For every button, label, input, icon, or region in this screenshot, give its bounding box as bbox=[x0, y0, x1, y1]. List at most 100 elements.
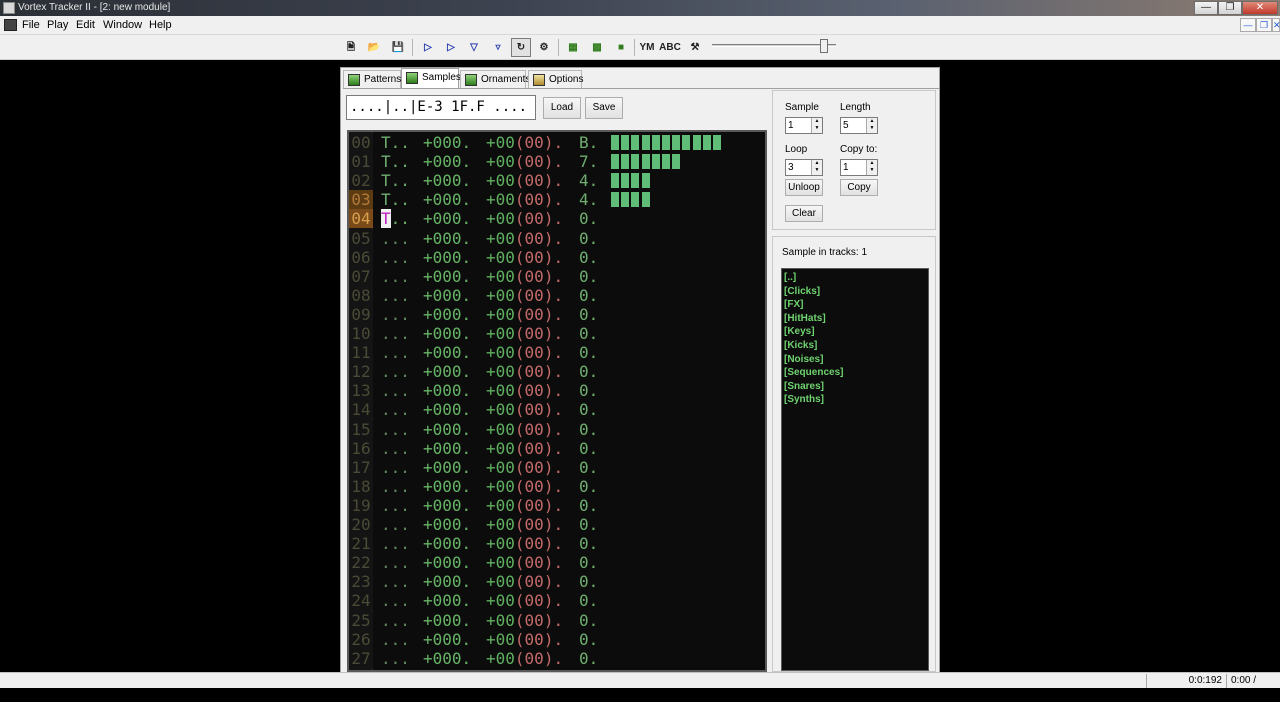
track-folder-item[interactable]: [Snares] bbox=[784, 380, 926, 394]
tools-icon[interactable]: ⚒ bbox=[685, 38, 705, 57]
volume-cell[interactable]: 0. bbox=[579, 400, 598, 419]
sample-row[interactable]: 14... +000. +00(00). 0. bbox=[349, 400, 765, 420]
tone-shift-cell[interactable]: +000. bbox=[423, 171, 471, 190]
envelope-mask-cell[interactable]: ... bbox=[381, 229, 410, 248]
envelope-mask-cell[interactable]: T.. bbox=[381, 171, 410, 190]
volume-cell[interactable]: 4. bbox=[579, 171, 598, 190]
noise-shift-cell[interactable]: +00(00). bbox=[486, 477, 563, 496]
noise-shift-cell[interactable]: +00(00). bbox=[486, 209, 563, 228]
envelope-mask-cell[interactable]: ... bbox=[381, 515, 410, 534]
sample-row[interactable]: 15... +000. +00(00). 0. bbox=[349, 419, 765, 439]
tab-samples[interactable]: Samples bbox=[401, 68, 461, 89]
tab-options[interactable]: Options bbox=[528, 70, 583, 89]
envelope-mask-cell[interactable]: ... bbox=[381, 343, 410, 362]
volume-cell[interactable]: 0. bbox=[579, 343, 598, 362]
track-folder-item[interactable]: [Kicks] bbox=[784, 339, 926, 353]
sample-row[interactable]: 20... +000. +00(00). 0. bbox=[349, 515, 765, 534]
noise-shift-cell[interactable]: +00(00). bbox=[486, 553, 563, 572]
tone-shift-cell[interactable]: +000. bbox=[423, 649, 471, 668]
play-icon[interactable]: ▷ bbox=[418, 38, 438, 57]
sample-row[interactable]: 21... +000. +00(00). 0. bbox=[349, 534, 765, 554]
volume-cell[interactable]: 0. bbox=[579, 630, 598, 649]
noise-shift-cell[interactable]: +00(00). bbox=[486, 496, 563, 515]
noise-shift-cell[interactable]: +00(00). bbox=[486, 190, 563, 209]
tone-shift-cell[interactable]: +000. bbox=[423, 591, 471, 610]
noise-shift-cell[interactable]: +00(00). bbox=[486, 400, 563, 419]
volume-cell[interactable]: 0. bbox=[579, 439, 598, 458]
load-button[interactable]: Load bbox=[543, 97, 581, 119]
sample-row[interactable]: 09... +000. +00(00). 0. bbox=[349, 304, 765, 324]
envelope-mask-cell[interactable]: ... bbox=[381, 572, 410, 591]
tone-shift-cell[interactable]: +000. bbox=[423, 515, 471, 534]
volume-cell[interactable]: 0. bbox=[579, 649, 598, 668]
envelope-mask-cell[interactable]: ... bbox=[381, 534, 410, 553]
noise-shift-cell[interactable]: +00(00). bbox=[486, 171, 563, 190]
track-folder-item[interactable]: [Keys] bbox=[784, 325, 926, 339]
noise-shift-cell[interactable]: +00(00). bbox=[486, 649, 563, 668]
sample-row[interactable]: 00 T.. +000. +00(00). B. bbox=[349, 133, 765, 152]
noise-shift-cell[interactable]: +00(00). bbox=[486, 267, 563, 286]
envelope-mask-cell[interactable]: T.. bbox=[381, 190, 410, 209]
sample-row[interactable]: 16... +000. +00(00). 0. bbox=[349, 438, 765, 458]
sample-row[interactable]: 06... +000. +00(00). 0. bbox=[349, 247, 765, 267]
spinner-arrows-icon[interactable]: ▲ ▼ bbox=[866, 118, 877, 133]
sample-line-input[interactable]: ....|..|E-3 1F.F .... bbox=[346, 95, 536, 120]
volume-cell[interactable]: 0. bbox=[579, 611, 598, 630]
track-folder-item[interactable]: [Synths] bbox=[784, 393, 926, 407]
child-minimize-button[interactable]: — bbox=[1240, 18, 1256, 32]
tone-shift-cell[interactable]: +000. bbox=[423, 267, 471, 286]
play-pattern-icon[interactable]: ▷ bbox=[441, 38, 461, 57]
sample-row[interactable]: 03 T.. +000. +00(00). 4. bbox=[349, 190, 765, 210]
volume-cell[interactable]: B. bbox=[579, 133, 598, 152]
noise-shift-cell[interactable]: +00(00). bbox=[486, 229, 563, 248]
tone-shift-cell[interactable]: +000. bbox=[423, 477, 471, 496]
envelope-mask-cell[interactable]: ... bbox=[381, 267, 410, 286]
volume-cell[interactable]: 0. bbox=[579, 267, 598, 286]
loop-icon[interactable]: ↻ bbox=[511, 38, 531, 57]
sample-row[interactable]: 10... +000. +00(00). 0. bbox=[349, 324, 765, 343]
track-folder-item[interactable]: [..] bbox=[784, 271, 926, 285]
envelope-mask-cell[interactable]: ... bbox=[381, 248, 410, 267]
sample-row[interactable]: 08... +000. +00(00). 0. bbox=[349, 285, 765, 305]
envelope-mask-cell[interactable]: ... bbox=[381, 630, 410, 649]
noise-shift-cell[interactable]: +00(00). bbox=[486, 152, 563, 171]
tone-shift-cell[interactable]: +000. bbox=[423, 324, 471, 343]
envelope-mask-cell[interactable]: ... bbox=[381, 362, 410, 381]
volume-cell[interactable]: 0. bbox=[579, 381, 598, 400]
noise-shift-cell[interactable]: +00(00). bbox=[486, 534, 563, 553]
unloop-button[interactable]: Unloop bbox=[785, 179, 823, 196]
clear-button[interactable]: Clear bbox=[785, 205, 823, 222]
noise-shift-cell[interactable]: +00(00). bbox=[486, 572, 563, 591]
tone-shift-cell[interactable]: +000. bbox=[423, 420, 471, 439]
envelope-mask-cell[interactable]: ... bbox=[381, 477, 410, 496]
noise-shift-cell[interactable]: +00(00). bbox=[486, 362, 563, 381]
volume-cell[interactable]: 0. bbox=[579, 229, 598, 248]
sample-editor[interactable]: 00 T.. +000. +00(00). B. 01 T.. +000. +00(00). 7.… bbox=[347, 130, 767, 672]
copy-button[interactable]: Copy bbox=[840, 179, 878, 196]
noise-shift-cell[interactable]: +00(00). bbox=[486, 286, 563, 305]
track-folder-item[interactable]: [Clicks] bbox=[784, 285, 926, 299]
envelope-mask-cell[interactable]: ... bbox=[381, 611, 410, 630]
sample-row[interactable]: 26... +000. +00(00). 0. bbox=[349, 629, 765, 649]
tone-shift-cell[interactable]: +000. bbox=[423, 286, 471, 305]
volume-cell[interactable]: 0. bbox=[579, 515, 598, 534]
tone-shift-cell[interactable]: +000. bbox=[423, 209, 471, 228]
tone-shift-cell[interactable]: +000. bbox=[423, 534, 471, 553]
loop-spinner[interactable]: 3 ▲ ▼ bbox=[785, 159, 823, 176]
volume-cell[interactable]: 0. bbox=[579, 553, 598, 572]
tone-shift-cell[interactable]: +000. bbox=[423, 248, 471, 267]
tab-ornaments[interactable]: Ornaments bbox=[460, 70, 530, 89]
spinner-arrows-icon[interactable]: ▲ ▼ bbox=[866, 160, 877, 175]
child-close-button[interactable]: ✕ bbox=[1272, 18, 1280, 32]
envelope-mask-cell[interactable]: ... bbox=[381, 286, 410, 305]
volume-cell[interactable]: 4. bbox=[579, 190, 598, 209]
tone-shift-cell[interactable]: +000. bbox=[423, 190, 471, 209]
noise-shift-cell[interactable]: +00(00). bbox=[486, 305, 563, 324]
stop-icon[interactable]: ▿ bbox=[488, 38, 508, 57]
sample-row[interactable]: 22... +000. +00(00). 0. bbox=[349, 553, 765, 573]
envelope-mask-cell[interactable]: ... bbox=[381, 400, 410, 419]
ym-button[interactable]: YM bbox=[637, 38, 657, 57]
envelope-mask-cell[interactable]: T.. bbox=[381, 152, 410, 171]
sample-row[interactable]: 23... +000. +00(00). 0. bbox=[349, 572, 765, 592]
noise-shift-cell[interactable]: +00(00). bbox=[486, 420, 563, 439]
